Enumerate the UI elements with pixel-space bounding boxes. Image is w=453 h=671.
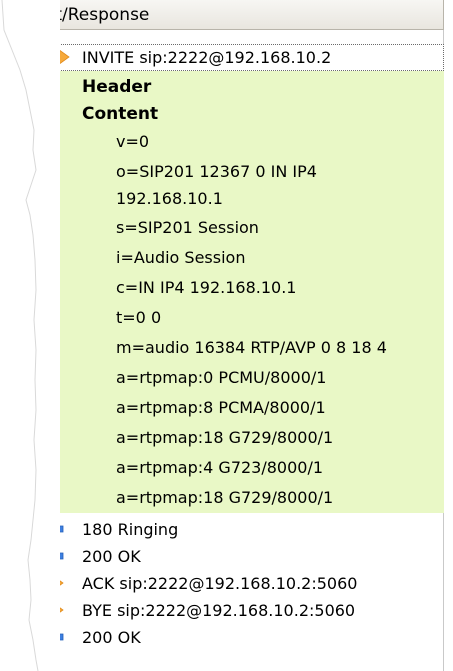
sdp-line: i=Audio Session	[116, 248, 246, 267]
sdp-line: a=rtpmap:18 G729/8000/1	[116, 488, 334, 507]
request-response-panel: equest/Response INVITE sip:2222@192.168.…	[0, 0, 444, 671]
message-label: INVITE sip:2222@192.168.10.2	[82, 48, 332, 67]
message-row-ok[interactable]: 200 OK	[0, 624, 444, 651]
message-row-ack[interactable]: ACK sip:2222@192.168.10.2:5060	[0, 570, 444, 597]
sdp-line: a=rtpmap:8 PCMA/8000/1	[116, 398, 326, 417]
message-row-bye[interactable]: BYE sip:2222@192.168.10.2:5060	[0, 597, 444, 624]
sdp-line: v=0	[116, 132, 150, 151]
arrow-right-icon	[38, 601, 64, 619]
sdp-line: m=audio 16384 RTP/AVP 0 8 18 4	[116, 338, 387, 357]
arrow-left-icon	[38, 628, 64, 646]
arrow-left-icon	[38, 520, 64, 538]
message-row-ok[interactable]: 200 OK	[0, 543, 444, 570]
sdp-line: o=SIP201 12367 0 IN IP4	[116, 162, 317, 181]
sdp-line: a=rtpmap:4 G723/8000/1	[116, 458, 324, 477]
column-divider[interactable]	[443, 0, 444, 30]
collapse-toggle[interactable]	[45, 108, 56, 119]
panel-title: equest/Response	[4, 5, 150, 25]
message-label: BYE sip:2222@192.168.10.2:5060	[82, 601, 356, 620]
panel-header: equest/Response	[0, 0, 444, 30]
tree-node-label: Header	[82, 76, 152, 97]
sdp-line: t=0 0	[116, 308, 162, 327]
sdp-line: a=rtpmap:18 G729/8000/1	[116, 428, 334, 447]
tree-node-header[interactable]: Header	[0, 73, 444, 100]
tree-node-label: Content	[82, 103, 159, 124]
message-label: 200 OK	[82, 628, 141, 647]
message-label: ACK sip:2222@192.168.10.2:5060	[82, 574, 358, 593]
sdp-line: 192.168.10.1	[116, 189, 223, 208]
expand-toggle[interactable]	[45, 81, 56, 92]
sdp-line: s=SIP201 Session	[116, 218, 259, 237]
sdp-line: c=IN IP4 192.168.10.1	[116, 278, 297, 297]
message-label: 200 OK	[82, 547, 141, 566]
arrow-right-icon	[38, 574, 64, 592]
arrow-left-icon	[38, 547, 64, 565]
message-label: 180 Ringing	[82, 520, 179, 539]
message-row-invite[interactable]: INVITE sip:2222@192.168.10.2	[0, 44, 444, 71]
tree-node-content[interactable]: Content	[0, 100, 444, 127]
message-row-ringing[interactable]: 180 Ringing	[0, 516, 444, 543]
arrow-right-icon	[44, 48, 70, 66]
sdp-line: a=rtpmap:0 PCMU/8000/1	[116, 368, 327, 387]
